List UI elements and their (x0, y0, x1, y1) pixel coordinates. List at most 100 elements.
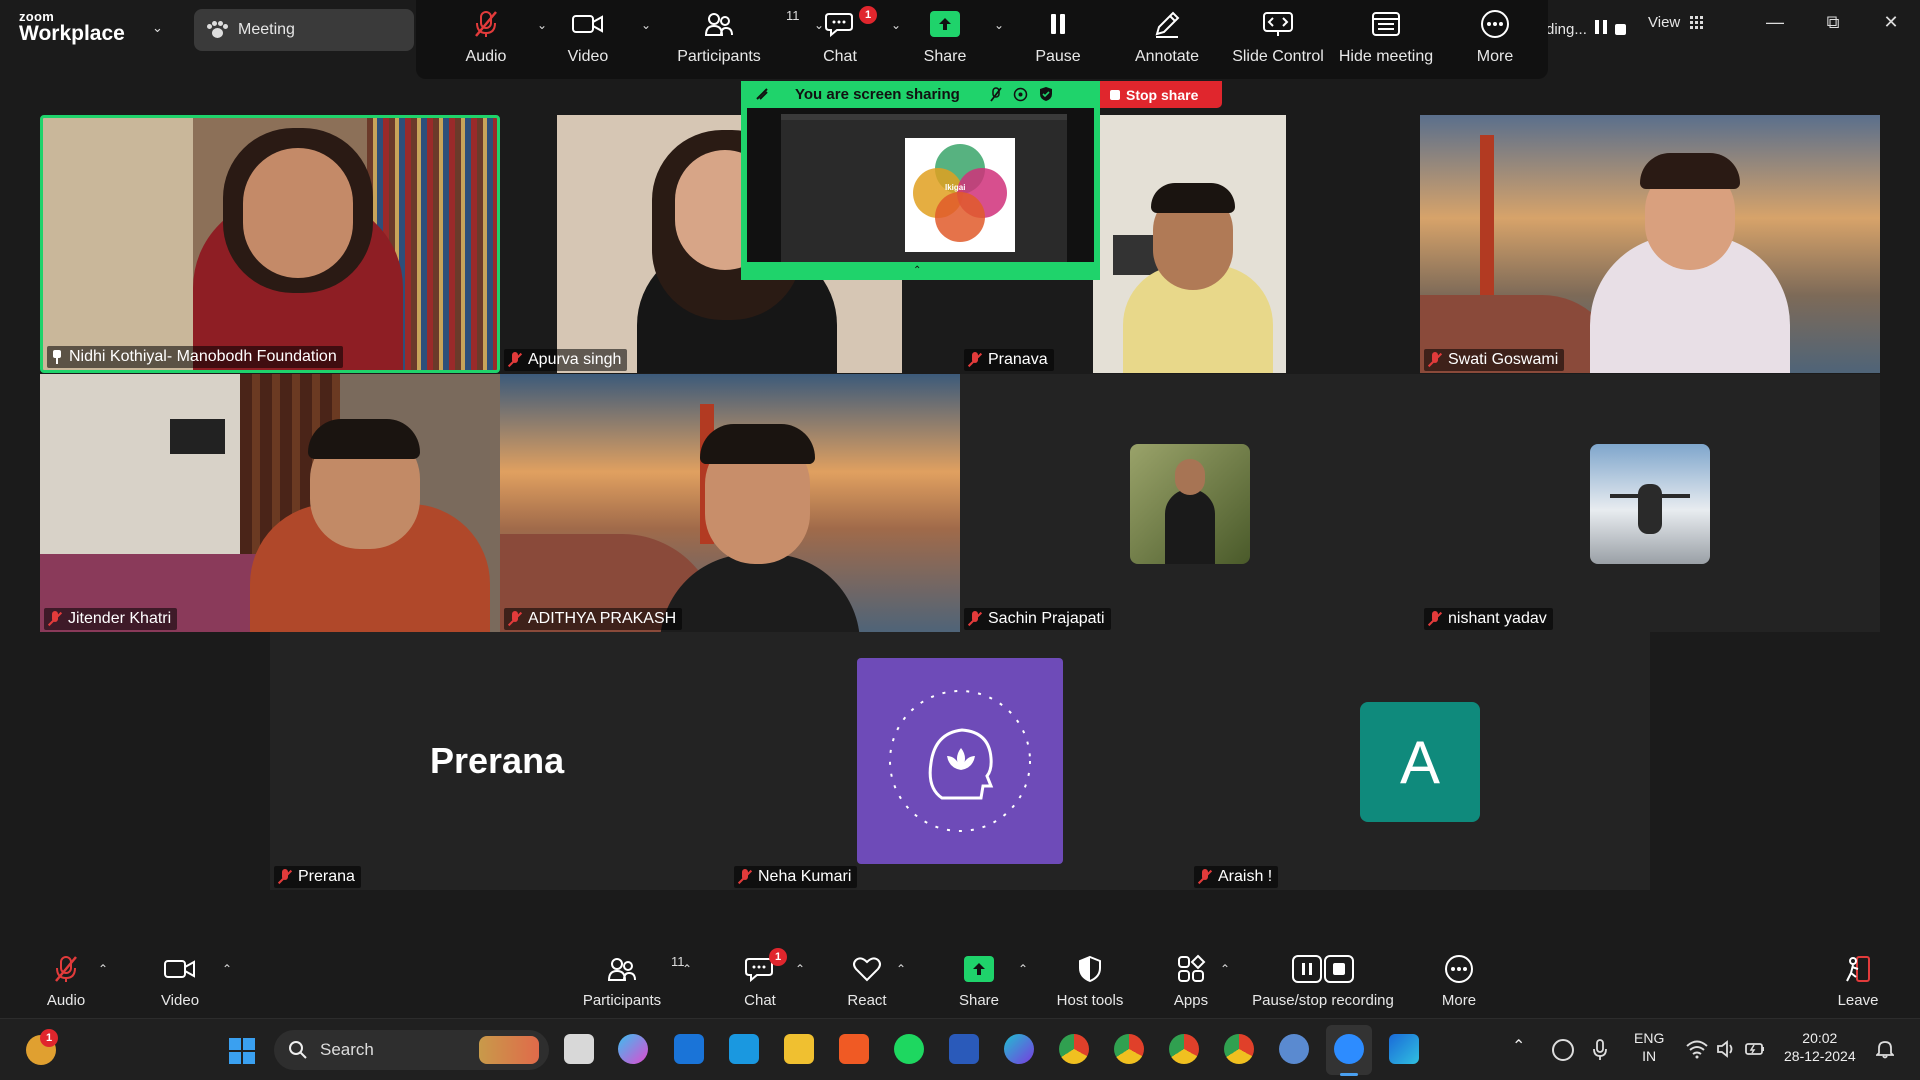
language-code: ENG (1634, 1030, 1665, 1046)
toolbar-slide-control-button[interactable]: Slide Control (1228, 0, 1328, 79)
react-options-chevron[interactable]: ⌃ (896, 962, 906, 976)
photos-app-icon[interactable] (1389, 1034, 1419, 1064)
word-icon[interactable] (949, 1034, 979, 1064)
avatar-head (1175, 459, 1205, 495)
minimize-icon[interactable]: — (1760, 12, 1790, 33)
zoom-app-icon[interactable] (1334, 1034, 1364, 1064)
copilot-icon[interactable] (618, 1034, 648, 1064)
taskbar-search[interactable]: Search (274, 1030, 549, 1070)
video-options-chevron[interactable]: ⌃ (222, 962, 232, 976)
clock[interactable]: 20:02 28-12-2024 (1784, 1029, 1856, 1065)
volume-icon[interactable] (1716, 1039, 1736, 1059)
react-button[interactable]: React (846, 946, 888, 1018)
video-options-chevron[interactable]: ⌄ (641, 18, 651, 32)
more-button[interactable]: More (1438, 946, 1480, 1018)
stop-recording-icon[interactable] (1615, 23, 1627, 35)
participant-tile-nidhi[interactable]: Nidhi Kothiyal- Manobodh Foundation (40, 115, 500, 373)
leave-icon (1843, 946, 1873, 992)
participant-tile-swati[interactable]: Swati Goswami (1420, 115, 1880, 373)
participant-tile-araish[interactable]: A Araish ! (1190, 632, 1650, 890)
participant-tile-prerana[interactable]: Prerana Prerana (270, 632, 730, 890)
share-icon (930, 11, 960, 37)
participant-name-tag: Apurva singh (504, 349, 628, 371)
chrome-profile-4-icon[interactable] (1224, 1034, 1254, 1064)
apps-button[interactable]: Apps (1170, 946, 1212, 1018)
pause-recording-icon[interactable] (1594, 20, 1608, 38)
hide-meeting-icon (1370, 0, 1402, 48)
toolbar-annotate-button[interactable]: Annotate (1134, 0, 1200, 79)
participant-tile-nishant[interactable]: nishant yadav (1420, 374, 1880, 632)
close-icon[interactable]: ✕ (1876, 12, 1906, 33)
toolbar-pause-button[interactable]: Pause (1030, 0, 1086, 79)
chat-button[interactable]: 1 Chat (740, 946, 787, 1018)
wifi-icon[interactable] (1686, 1039, 1708, 1059)
battery-icon[interactable] (1744, 1039, 1766, 1059)
chevron-up-icon[interactable]: ⌃ (913, 265, 921, 276)
toolbar-more-button[interactable]: More (1470, 0, 1520, 79)
leave-button[interactable]: Leave (1836, 946, 1880, 1018)
pin-icon (51, 350, 63, 364)
video-icon (163, 946, 197, 992)
zoom-logo[interactable]: zoom Workplace (19, 10, 125, 44)
participant-tile-jitender[interactable]: Jitender Khatri (40, 374, 500, 632)
apps-options-chevron[interactable]: ⌃ (1220, 962, 1230, 976)
spotify-icon[interactable] (894, 1034, 924, 1064)
sync-icon[interactable] (1552, 1039, 1574, 1061)
recording-indicator[interactable]: ding... (1546, 14, 1627, 44)
sharing-toolbar: ⌄ Audio ⌄ Video 11 ⌄ Participants 1 ⌄ Ch… (416, 0, 1548, 79)
language-indicator[interactable]: ENG IN (1634, 1029, 1664, 1065)
audio-button[interactable]: Audio (44, 946, 88, 1018)
toolbar-hide-meeting-button[interactable]: Hide meeting (1336, 0, 1436, 79)
outlook-icon[interactable] (674, 1034, 704, 1064)
pause-stop-recording-button[interactable]: Pause/stop recording (1248, 946, 1398, 1018)
view-button[interactable]: View (1648, 14, 1704, 31)
chevron-up-icon[interactable]: ⌃ (1512, 1037, 1525, 1058)
windows-start-icon[interactable] (228, 1037, 256, 1065)
toolbar-audio-button[interactable]: ⌄ Audio (448, 0, 547, 79)
drag-handle-icon[interactable] (755, 87, 769, 101)
restore-icon[interactable]: ⧉ (1818, 12, 1848, 33)
prime-video-icon[interactable] (729, 1034, 759, 1064)
chrome-icon[interactable] (1059, 1034, 1089, 1064)
stop-share-button[interactable]: Stop share (1100, 81, 1222, 108)
host-tools-button[interactable]: Host tools (1054, 946, 1126, 1018)
toolbar-share-button[interactable]: ⌄ Share (918, 0, 1004, 79)
participant-tile-neha[interactable]: Neha Kumari (730, 632, 1190, 890)
audio-options-chevron[interactable]: ⌄ (537, 18, 547, 32)
share-button[interactable]: Share (958, 946, 1000, 1018)
audio-options-chevron[interactable]: ⌃ (98, 962, 108, 976)
task-view-icon[interactable] (564, 1034, 594, 1064)
share-options-chevron[interactable]: ⌃ (1018, 962, 1028, 976)
shared-screen-preview[interactable]: Ikigai ⌃ (741, 108, 1100, 280)
chat-options-chevron[interactable]: ⌃ (795, 962, 805, 976)
chat-options-chevron[interactable]: ⌄ (891, 18, 901, 32)
participants-options-chevron[interactable]: ⌃ (682, 962, 692, 976)
microphone-icon[interactable] (1592, 1038, 1608, 1062)
screen-sharing-banner[interactable]: You are screen sharing (741, 81, 1100, 108)
canva-icon[interactable] (1004, 1034, 1034, 1064)
globe-app-icon[interactable] (1279, 1034, 1309, 1064)
brave-browser-icon[interactable] (839, 1034, 869, 1064)
toolbar-participants-button[interactable]: 11 ⌄ Participants (664, 0, 824, 79)
chrome-profile-3-icon[interactable] (1169, 1034, 1199, 1064)
ikigai-center-label: Ikigai (945, 183, 966, 192)
participant-name-tag: Prerana (274, 866, 361, 888)
participants-button[interactable]: 11 Participants (578, 946, 685, 1018)
chat-badge: 1 (769, 948, 787, 966)
toolbar-chat-button[interactable]: 1 ⌄ Chat (810, 0, 901, 79)
video-button[interactable]: Video (158, 946, 202, 1018)
participant-tile-adithya[interactable]: ADITHYA PRAKASH (500, 374, 960, 632)
toolbar-video-label: Video (567, 48, 609, 65)
participant-name: nishant yadav (1448, 610, 1547, 627)
share-options-chevron[interactable]: ⌄ (994, 18, 1004, 32)
screen-sharing-text: You are screen sharing (795, 86, 960, 103)
toolbar-video-button[interactable]: ⌄ Video (550, 0, 651, 79)
meeting-tab[interactable]: Meeting (194, 9, 414, 51)
chevron-down-icon[interactable]: ⌄ (152, 20, 163, 36)
file-explorer-icon[interactable] (784, 1034, 814, 1064)
participant-name: Prerana (298, 868, 355, 885)
participant-tile-sachin[interactable]: Sachin Prajapati (960, 374, 1420, 632)
recording-controls-icon (1291, 946, 1355, 992)
chrome-profile-2-icon[interactable] (1114, 1034, 1144, 1064)
notification-bell-icon[interactable] (1876, 1039, 1894, 1059)
